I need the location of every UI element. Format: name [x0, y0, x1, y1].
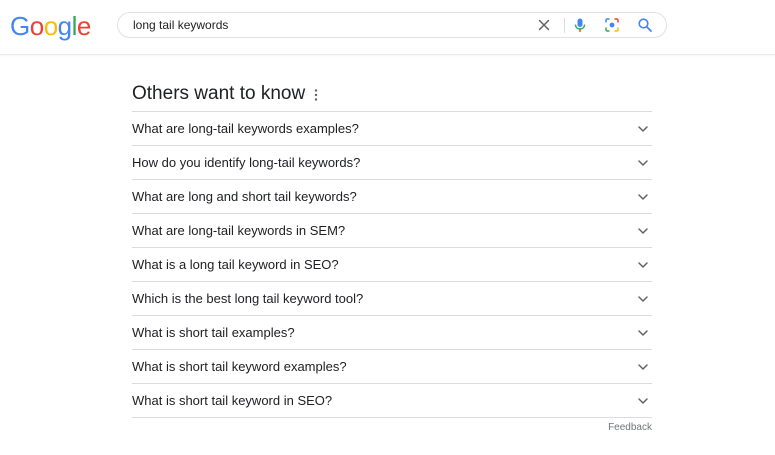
question-item[interactable]: How do you identify long-tail keywords?: [132, 146, 652, 180]
question-text: What is short tail keyword examples?: [132, 359, 347, 374]
search-box: [117, 12, 667, 38]
section-heading: Others want to know: [132, 80, 652, 111]
chevron-down-icon: [638, 398, 648, 404]
logo-letter: o: [43, 11, 58, 41]
question-text: What are long and short tail keywords?: [132, 189, 357, 204]
logo-letter: o: [29, 11, 44, 41]
search-divider: [564, 18, 565, 33]
question-item[interactable]: Which is the best long tail keyword tool…: [132, 282, 652, 316]
more-vertical-icon[interactable]: [312, 88, 320, 102]
question-text: What is short tail keyword in SEO?: [132, 393, 333, 408]
chevron-down-icon: [638, 262, 648, 268]
question-text: Which is the best long tail keyword tool…: [132, 291, 364, 306]
chevron-down-icon: [638, 160, 648, 166]
question-text: What is a long tail keyword in SEO?: [132, 257, 339, 272]
logo-letter: G: [10, 11, 30, 41]
feedback-row: Feedback: [132, 418, 652, 440]
camera-lens-icon[interactable]: [604, 17, 620, 33]
people-also-ask-section: Others want to know What are long-tail k…: [132, 80, 652, 440]
question-item[interactable]: What is a long tail keyword in SEO?: [132, 248, 652, 282]
question-text: How do you identify long-tail keywords?: [132, 155, 361, 170]
chevron-down-icon: [638, 296, 648, 302]
chevron-down-icon: [638, 364, 648, 370]
question-item[interactable]: What are long-tail keywords in SEM?: [132, 214, 652, 248]
chevron-down-icon: [638, 126, 648, 132]
question-item[interactable]: What is short tail keyword in SEO?: [132, 384, 652, 418]
feedback-link[interactable]: Feedback: [608, 422, 652, 433]
question-text: What are long-tail keywords examples?: [132, 121, 359, 136]
question-text: What are long-tail keywords in SEM?: [132, 223, 346, 238]
search-input[interactable]: [133, 16, 513, 34]
question-item[interactable]: What are long and short tail keywords?: [132, 180, 652, 214]
microphone-icon[interactable]: [572, 17, 588, 33]
google-logo[interactable]: Google: [10, 12, 91, 40]
chevron-down-icon: [638, 228, 648, 234]
search-icon[interactable]: [637, 17, 653, 33]
header-bar: Google: [0, 0, 775, 55]
close-icon[interactable]: [536, 17, 552, 33]
question-list: What are long-tail keywords examples? Ho…: [132, 111, 652, 418]
logo-letter: g: [57, 11, 72, 41]
question-item[interactable]: What is short tail examples?: [132, 316, 652, 350]
logo-letter: e: [76, 11, 91, 41]
chevron-down-icon: [638, 194, 648, 200]
question-item[interactable]: What is short tail keyword examples?: [132, 350, 652, 384]
chevron-down-icon: [638, 330, 648, 336]
section-title: Others want to know: [132, 83, 306, 104]
question-item[interactable]: What are long-tail keywords examples?: [132, 112, 652, 146]
question-text: What is short tail examples?: [132, 325, 295, 340]
